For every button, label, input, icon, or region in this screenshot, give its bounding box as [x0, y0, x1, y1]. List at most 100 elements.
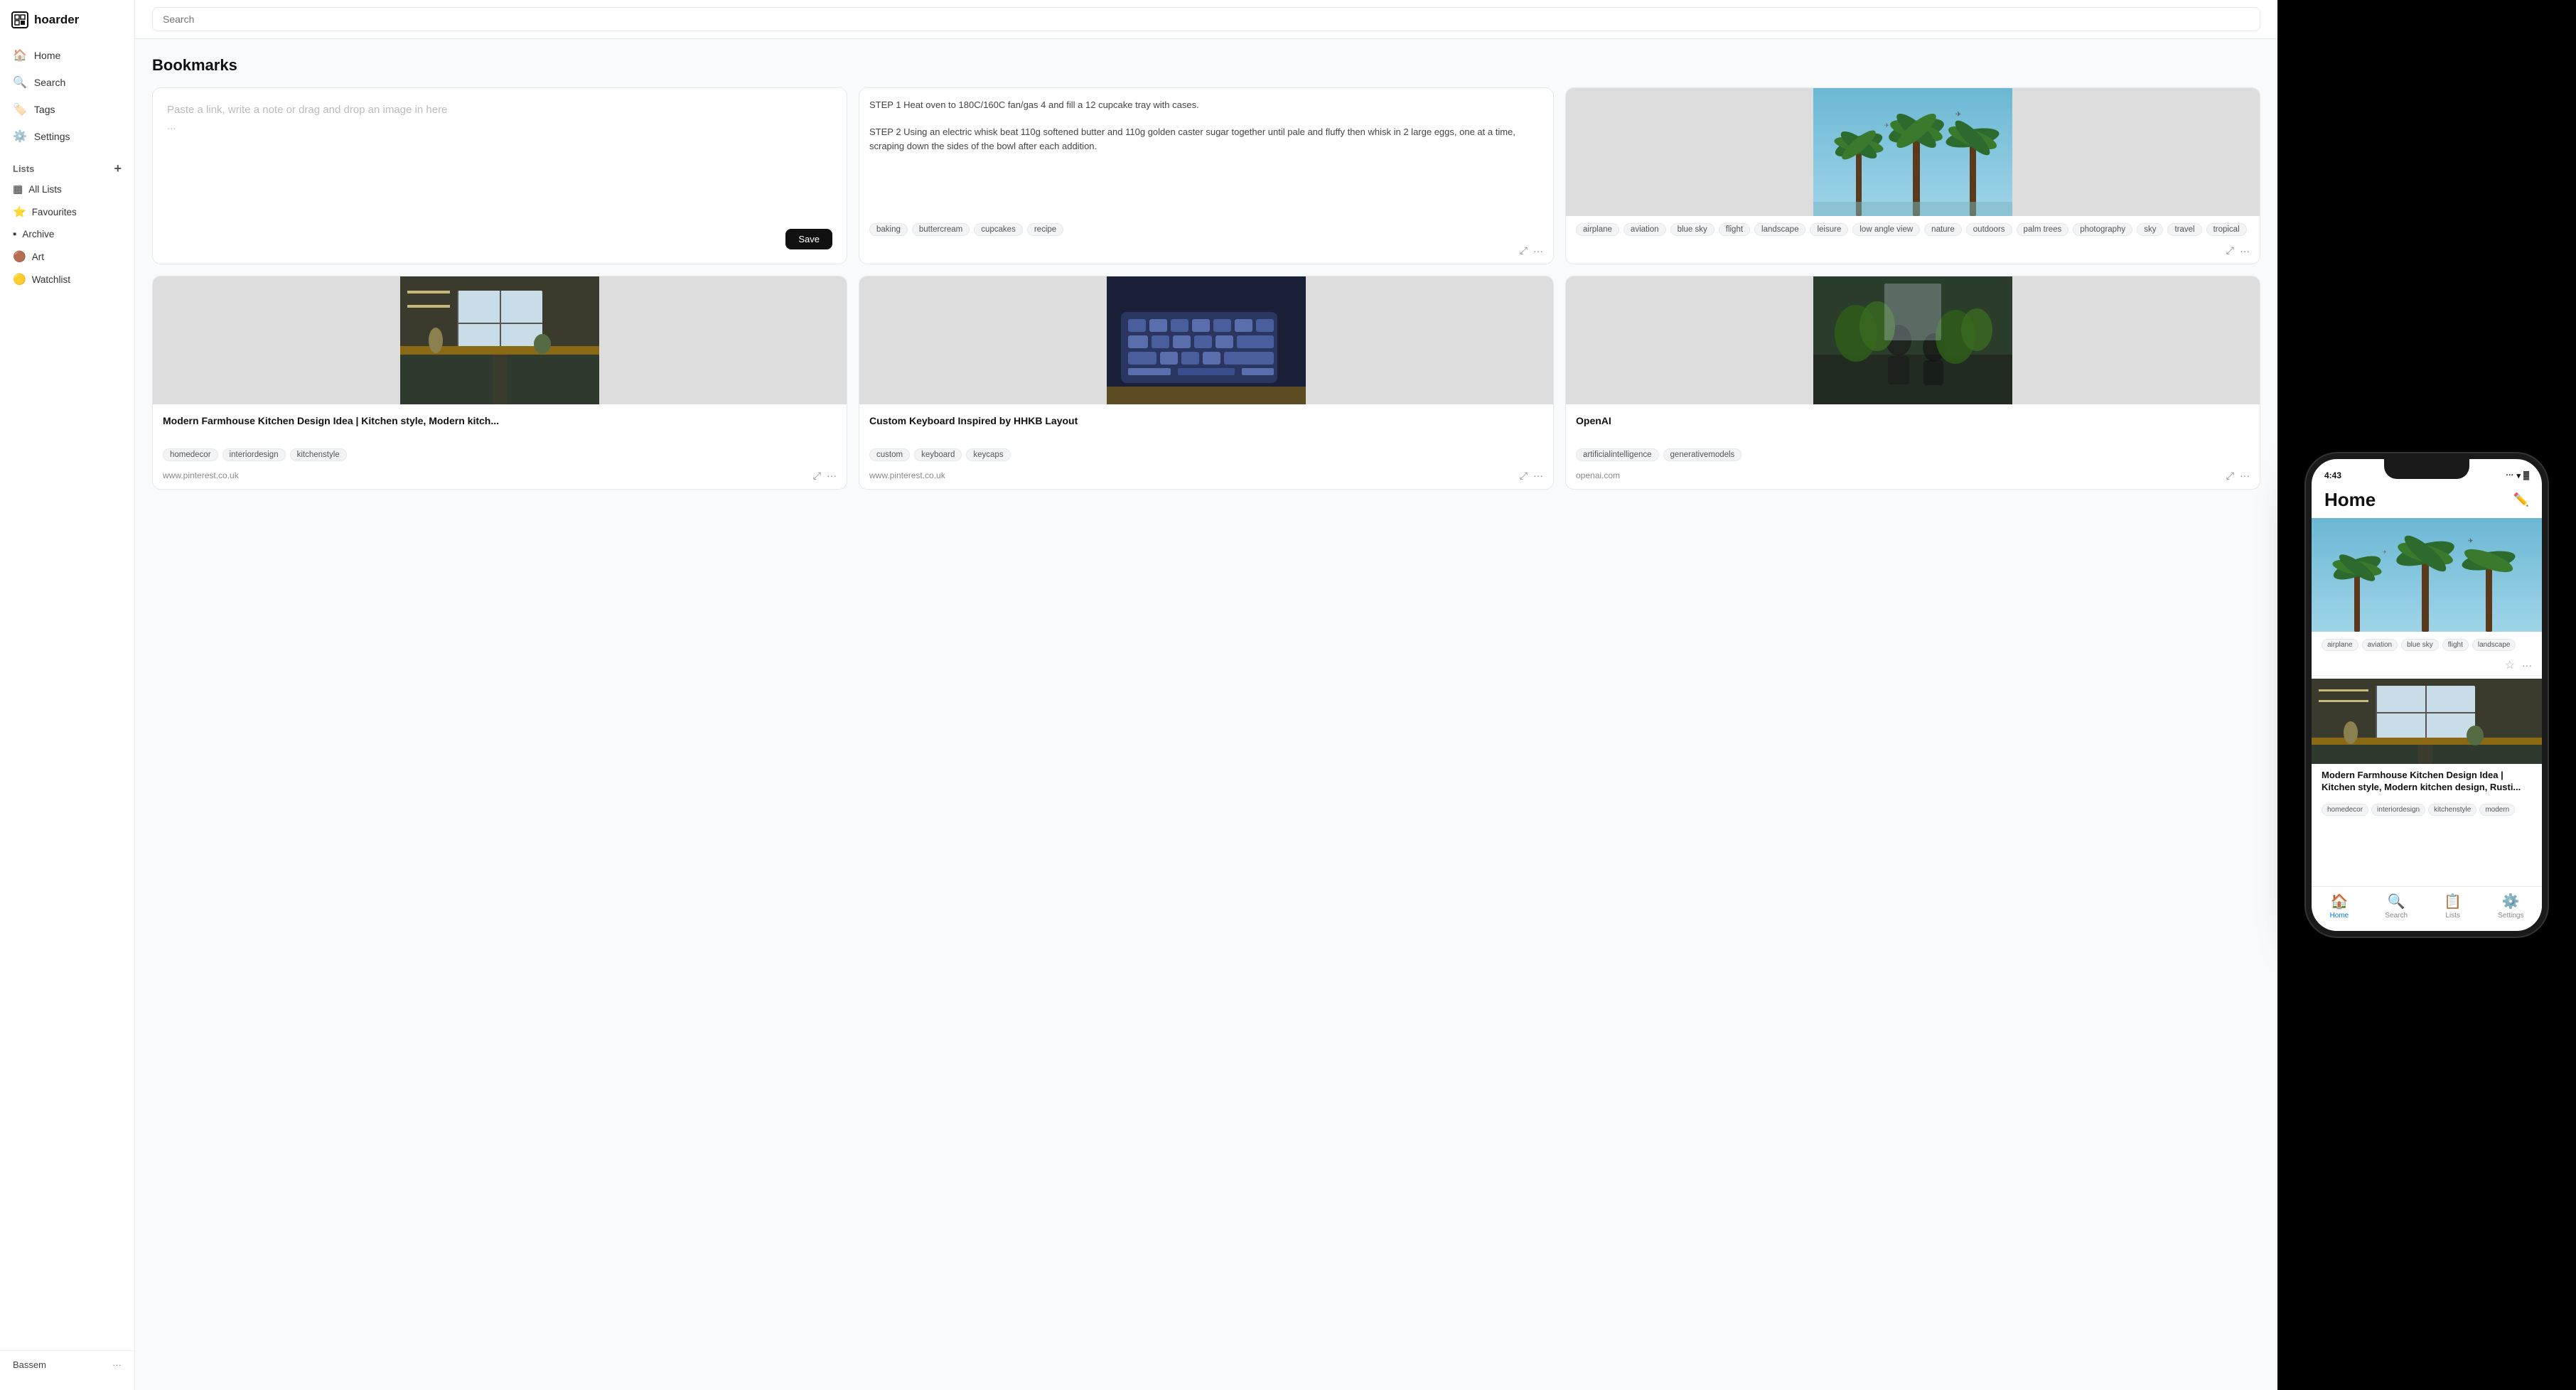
tag-leisure[interactable]: leisure: [1810, 223, 1848, 236]
kitchen-card: Modern Farmhouse Kitchen Design Idea | K…: [152, 276, 847, 490]
tag-ai[interactable]: artificialintelligence: [1576, 448, 1659, 461]
more-button[interactable]: ···: [1533, 245, 1543, 257]
sidebar-label-search: Search: [34, 77, 65, 88]
tag-recipe[interactable]: recipe: [1027, 223, 1063, 236]
phone-tag-aviation[interactable]: aviation: [2362, 639, 2398, 651]
phone-nav-search[interactable]: 🔍 Search: [2385, 893, 2408, 920]
tag-palm-trees[interactable]: palm trees: [2017, 223, 2069, 236]
tag-aviation[interactable]: aviation: [1624, 223, 1666, 236]
tag-kitchenstyle[interactable]: kitchenstyle: [290, 448, 347, 461]
sidebar-item-tags[interactable]: 🏷️ Tags: [6, 97, 129, 122]
phone-tag-flight[interactable]: flight: [2442, 639, 2469, 651]
tag-tropical[interactable]: tropical: [2206, 223, 2247, 236]
paste-placeholder: Paste a link, write a note or drag and d…: [167, 102, 832, 134]
openai-title: OpenAI: [1576, 414, 2250, 429]
sidebar-label-watchlist: Watchlist: [32, 274, 70, 285]
sidebar-item-settings[interactable]: ⚙️ Settings: [6, 124, 129, 149]
phone-tag-airplane[interactable]: airplane: [2322, 639, 2358, 651]
tag-buttercream[interactable]: buttercream: [912, 223, 970, 236]
phone-home-header: Home ✏️: [2312, 486, 2542, 518]
search-input[interactable]: [152, 7, 2260, 31]
keyboard-actions: ⤢ ···: [1520, 470, 1543, 482]
kitchen-url: www.pinterest.co.uk: [163, 470, 239, 480]
phone-kitchen-divider: [2312, 675, 2542, 676]
tag-baking[interactable]: baking: [869, 223, 908, 236]
tag-homedecor[interactable]: homedecor: [163, 448, 218, 461]
phone-tag-kitchenstyle[interactable]: kitchenstyle: [2428, 804, 2476, 816]
phone-more-button[interactable]: ···: [2522, 659, 2532, 671]
keyboard-card-footer: www.pinterest.co.uk ⤢ ···: [859, 465, 1553, 489]
sidebar-item-home[interactable]: 🏠 Home: [6, 43, 129, 68]
expand-button[interactable]: ⤢: [1520, 470, 1528, 482]
username: Bassem: [13, 1359, 46, 1370]
tag-outdoors[interactable]: outdoors: [1966, 223, 2012, 236]
tag-cupcakes[interactable]: cupcakes: [974, 223, 1023, 236]
sidebar-label-settings: Settings: [34, 131, 70, 142]
sidebar-item-watchlist[interactable]: 🟡 Watchlist: [0, 268, 134, 291]
svg-text:✈: ✈: [1955, 111, 1961, 119]
sidebar-item-archive[interactable]: ▪ Archive: [0, 223, 134, 245]
tag-keyboard[interactable]: keyboard: [914, 448, 962, 461]
phone-tag-modern[interactable]: modern: [2479, 804, 2515, 816]
more-button[interactable]: ···: [2240, 470, 2250, 481]
paste-card: Paste a link, write a note or drag and d…: [152, 87, 847, 264]
sidebar-item-favourites[interactable]: ⭐ Favourites: [0, 200, 134, 223]
phone-nav-home[interactable]: 🏠 Home: [2330, 893, 2349, 920]
tag-blue-sky[interactable]: blue sky: [1670, 223, 1714, 236]
sidebar-label-art: Art: [32, 252, 44, 262]
phone-tag-interiordesign[interactable]: interiordesign: [2371, 804, 2425, 816]
sidebar-item-all-lists[interactable]: ▦ All Lists: [0, 178, 134, 200]
recipe-step1: STEP 1 Heat oven to 180C/160C fan/gas 4 …: [869, 98, 1543, 112]
logo-icon: [11, 11, 28, 28]
tag-photography[interactable]: photography: [2073, 223, 2132, 236]
tag-generative[interactable]: generativemodels: [1663, 448, 1742, 461]
main-nav: 🏠 Home 🔍 Search 🏷️ Tags ⚙️ Settings: [0, 40, 134, 153]
tag-flight[interactable]: flight: [1719, 223, 1750, 236]
more-button[interactable]: ···: [2240, 245, 2250, 257]
sidebar-item-art[interactable]: 🟤 Art: [0, 245, 134, 268]
palm-card: ✈ ✈: [1565, 87, 2260, 264]
user-menu-button[interactable]: ···: [112, 1359, 122, 1370]
more-button[interactable]: ···: [827, 470, 837, 481]
phone-kitchen-image: [2312, 679, 2542, 764]
phone-tag-homedecor[interactable]: homedecor: [2322, 804, 2368, 816]
save-button[interactable]: Save: [785, 229, 832, 249]
tag-travel[interactable]: travel: [2167, 223, 2201, 236]
openai-actions: ⤢ ···: [2226, 470, 2250, 482]
phone-nav-label-home: Home: [2330, 912, 2349, 920]
openai-card-footer: openai.com ⤢ ···: [1566, 465, 2260, 489]
tag-airplane[interactable]: airplane: [1576, 223, 1619, 236]
openai-url: openai.com: [1576, 470, 1620, 480]
tag-keycaps[interactable]: keycaps: [966, 448, 1010, 461]
phone-edit-button[interactable]: ✏️: [2513, 492, 2529, 507]
kitchen-title: Modern Farmhouse Kitchen Design Idea | K…: [163, 414, 837, 429]
phone-tag-landscape[interactable]: landscape: [2472, 639, 2516, 651]
add-list-button[interactable]: +: [114, 162, 122, 175]
more-button[interactable]: ···: [1533, 470, 1543, 481]
tag-low-angle[interactable]: low angle view: [1852, 223, 1920, 236]
phone-nav-settings[interactable]: ⚙️ Settings: [2498, 893, 2523, 920]
tag-interiordesign[interactable]: interiordesign: [222, 448, 286, 461]
expand-button[interactable]: ⤢: [2226, 470, 2234, 482]
recipe-tags: baking buttercream cupcakes recipe: [869, 223, 1543, 236]
expand-button[interactable]: ⤢: [1520, 244, 1528, 257]
keyboard-card-image: [859, 276, 1553, 404]
phone-nav-label-search: Search: [2385, 912, 2408, 920]
phone-nav-lists[interactable]: 📋 Lists: [2444, 893, 2462, 920]
lists-label: Lists: [13, 163, 34, 174]
expand-button[interactable]: ⤢: [2226, 244, 2234, 257]
tag-sky[interactable]: sky: [2137, 223, 2163, 236]
app-name: hoarder: [34, 13, 79, 27]
phone-star-button[interactable]: ☆: [2505, 658, 2515, 672]
main-content: Bookmarks Paste a link, write a note or …: [135, 0, 2277, 1390]
phone-tag-blue-sky[interactable]: blue sky: [2401, 639, 2439, 651]
expand-button[interactable]: ⤢: [813, 470, 821, 482]
phone-section: 4:43 ··· ▾ ▓ Home ✏️: [2277, 0, 2576, 1390]
tag-nature[interactable]: nature: [1924, 223, 1962, 236]
wifi-icon: ▾: [2516, 471, 2521, 480]
phone-status-icons: ··· ▾ ▓: [2506, 471, 2529, 480]
sidebar-item-search[interactable]: 🔍 Search: [6, 70, 129, 95]
tag-custom[interactable]: custom: [869, 448, 910, 461]
palm-card-footer: ⤢ ···: [1566, 240, 2260, 264]
tag-landscape[interactable]: landscape: [1754, 223, 1805, 236]
